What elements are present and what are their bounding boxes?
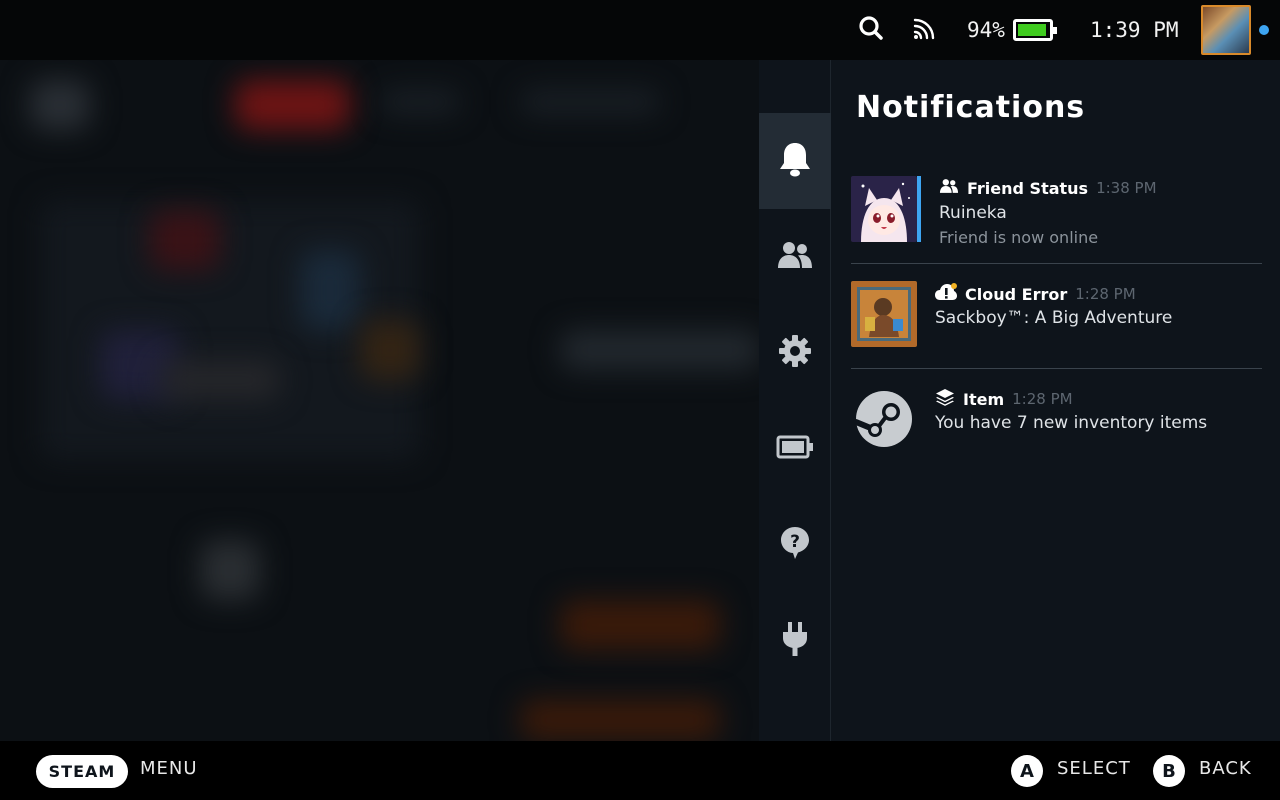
steam-logo-icon xyxy=(851,386,917,452)
rail-tab-friends[interactable] xyxy=(759,209,831,305)
clock: 1:39 PM xyxy=(1090,0,1179,60)
wifi-icon xyxy=(912,15,938,45)
search-icon xyxy=(858,15,884,45)
notification-time: 1:28 PM xyxy=(1012,390,1073,408)
wifi-status[interactable] xyxy=(912,0,938,60)
notification-title: Sackboy™: A Big Adventure xyxy=(935,308,1173,328)
blurred-background xyxy=(0,60,759,741)
b-button-icon[interactable]: B xyxy=(1153,755,1185,787)
game-cover xyxy=(851,281,917,347)
svg-text:?: ? xyxy=(790,532,800,552)
rail-tab-power[interactable] xyxy=(759,593,831,689)
search-button[interactable] xyxy=(858,0,884,60)
back-label: BACK xyxy=(1199,758,1252,779)
notification-title: You have 7 new inventory items xyxy=(935,413,1208,433)
notification-friend-status[interactable]: Friend Status 1:38 PM Ruineka Friend is … xyxy=(851,166,1262,270)
online-dot xyxy=(1259,25,1269,35)
help-icon: ? xyxy=(779,525,811,565)
friend-avatar xyxy=(851,176,917,242)
notification-type: Item xyxy=(963,389,1005,409)
online-indicator xyxy=(1259,0,1269,60)
notification-header: Cloud Error 1:28 PM xyxy=(935,283,1136,305)
notification-body: Friend is now online xyxy=(939,228,1099,247)
battery-icon xyxy=(1012,19,1057,41)
top-status-bar: 94% 1:39 PM xyxy=(0,0,1280,60)
cloud-error-icon xyxy=(935,283,957,305)
select-label: SELECT xyxy=(1057,758,1131,779)
bell-icon xyxy=(778,140,812,182)
a-button-icon[interactable]: A xyxy=(1011,755,1043,787)
steam-button[interactable]: STEAM xyxy=(36,755,128,788)
menu-label: MENU xyxy=(140,758,198,779)
notification-cloud-error[interactable]: Cloud Error 1:28 PM Sackboy™: A Big Adve… xyxy=(851,271,1262,375)
battery-level xyxy=(1017,24,1047,36)
divider xyxy=(851,368,1262,369)
notification-header: Item 1:28 PM xyxy=(935,388,1073,410)
notifications-panel: Notifications Friend Status 1:38 PM Ruin… xyxy=(831,60,1280,741)
user-avatar-button[interactable] xyxy=(1201,0,1251,60)
layers-icon xyxy=(935,388,955,410)
notification-time: 1:28 PM xyxy=(1075,285,1136,303)
divider xyxy=(851,263,1262,264)
rail-tab-settings[interactable] xyxy=(759,305,831,401)
panel-title: Notifications xyxy=(856,90,1086,125)
rail-tab-help[interactable]: ? xyxy=(759,497,831,593)
notification-type: Cloud Error xyxy=(965,284,1068,304)
plug-icon xyxy=(780,620,810,662)
rail-tab-performance[interactable] xyxy=(759,401,831,497)
battery-icon xyxy=(776,434,814,464)
clock-time: 1:39 PM xyxy=(1090,18,1179,42)
avatar xyxy=(1201,5,1251,55)
notification-type: Friend Status xyxy=(967,178,1089,198)
notification-time: 1:38 PM xyxy=(1096,179,1157,197)
battery-status[interactable]: 94% xyxy=(967,0,1057,60)
notification-title: Ruineka xyxy=(939,203,1007,223)
unread-indicator xyxy=(917,176,921,242)
gear-icon xyxy=(778,334,812,372)
bottom-hint-bar: STEAM MENU A SELECT B BACK xyxy=(0,741,1280,800)
quick-access-rail: ? xyxy=(759,60,831,741)
friends-icon xyxy=(939,178,959,198)
rail-tab-notifications[interactable] xyxy=(759,113,831,209)
friends-icon xyxy=(778,240,812,274)
battery-percent: 94% xyxy=(967,18,1005,42)
notification-header: Friend Status 1:38 PM xyxy=(939,178,1157,198)
notification-item[interactable]: Item 1:28 PM You have 7 new inventory it… xyxy=(851,376,1262,480)
